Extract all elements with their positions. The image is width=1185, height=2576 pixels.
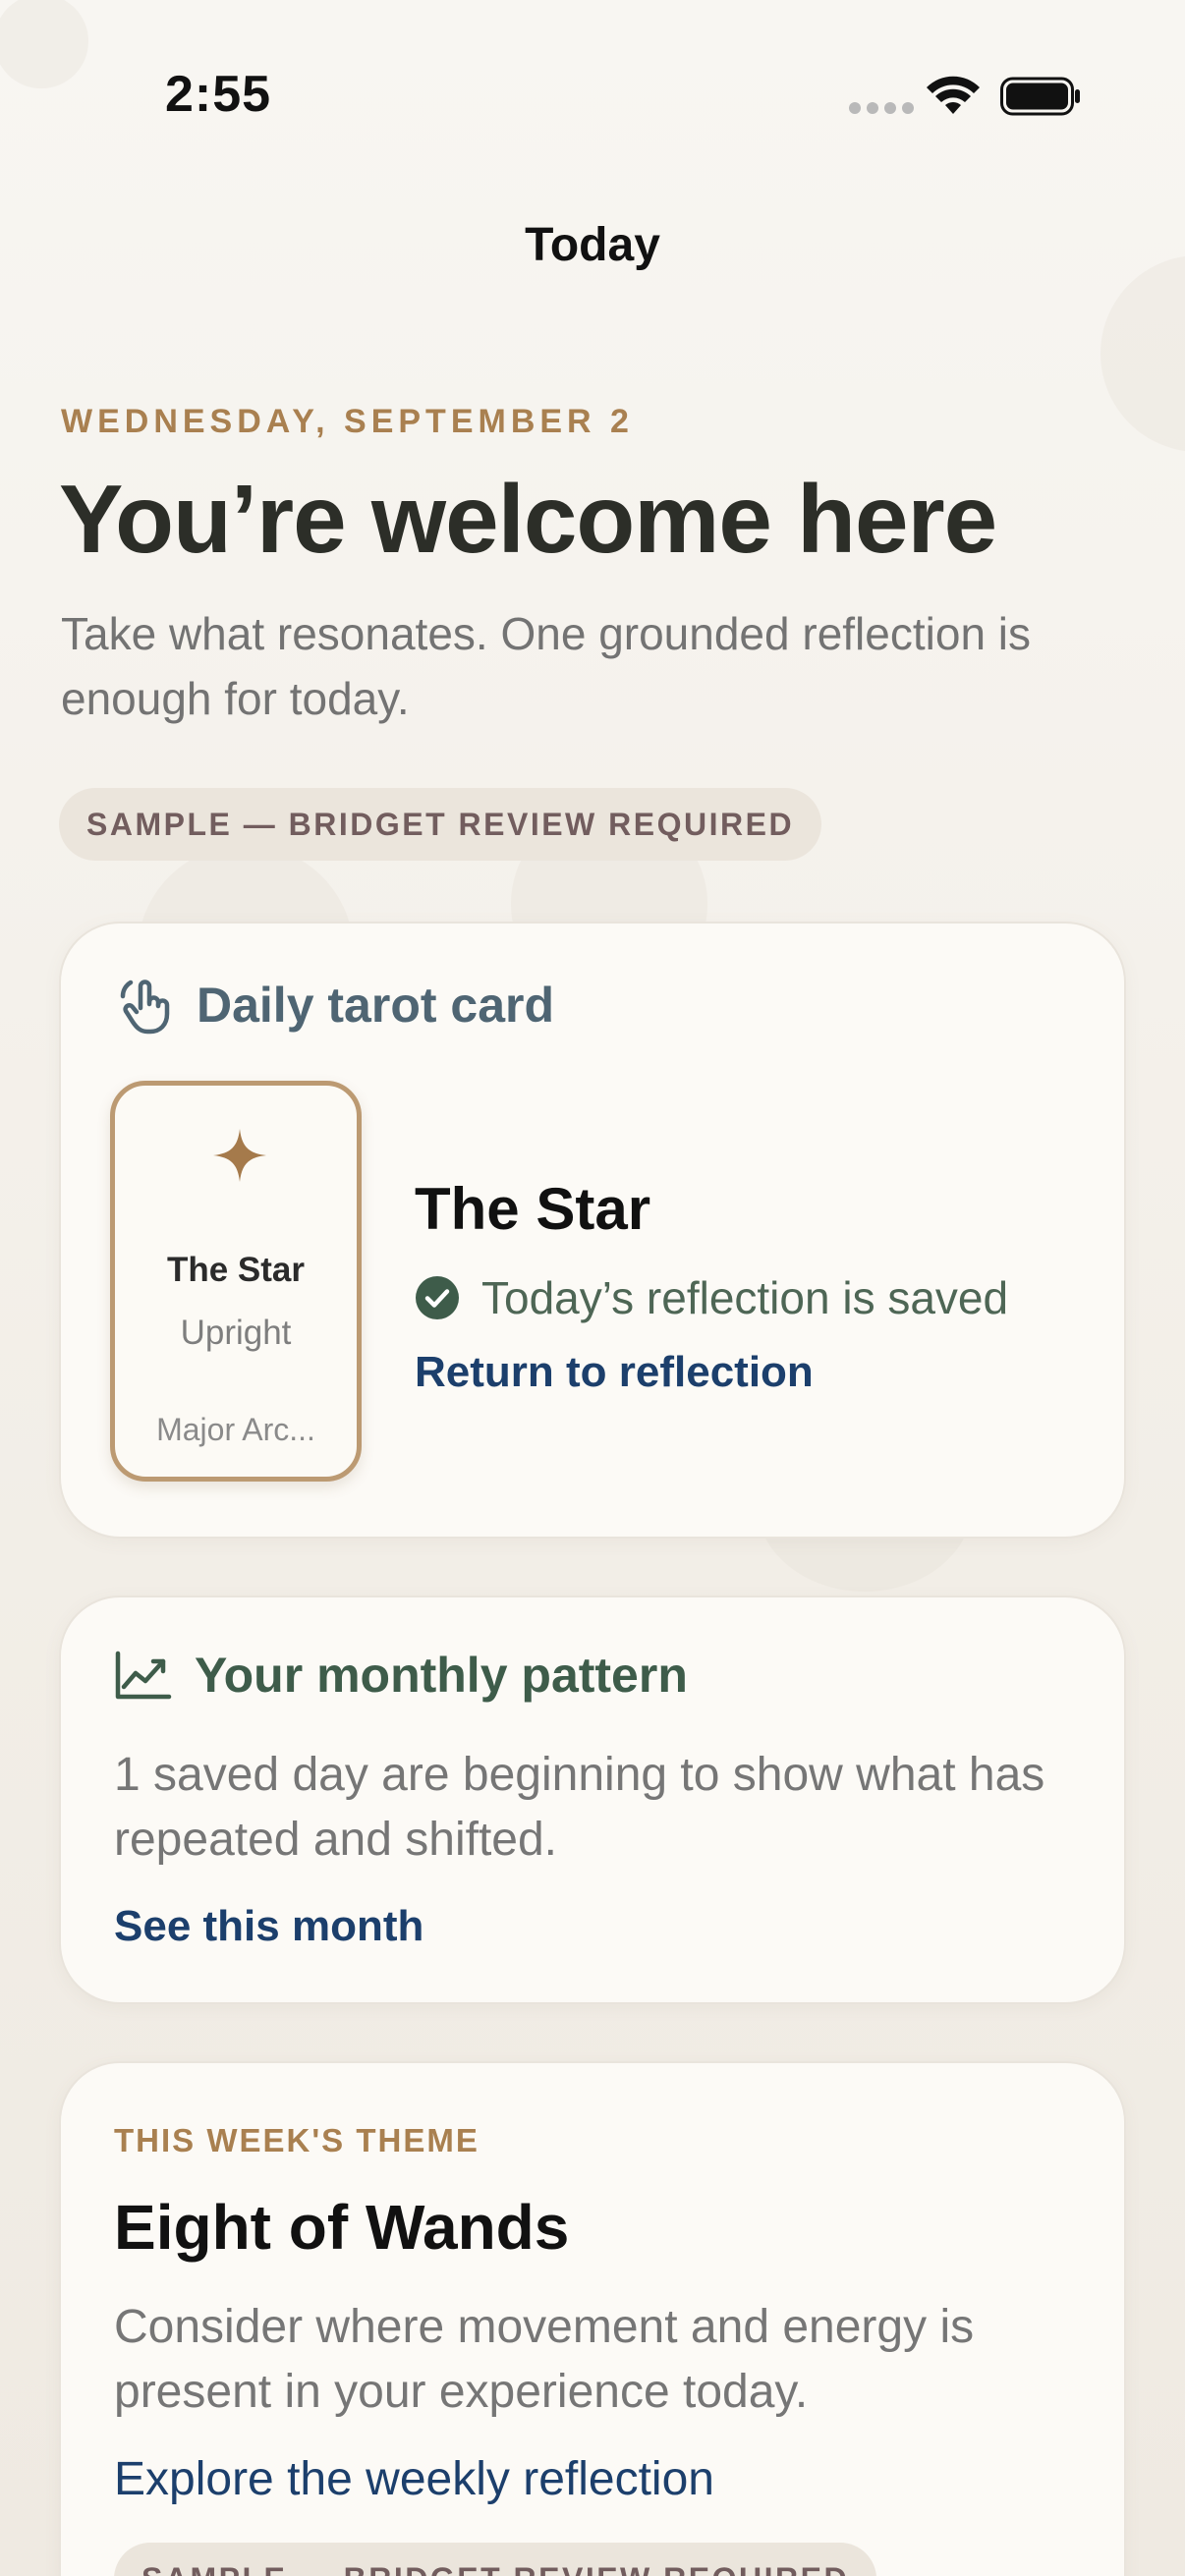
nav-title: Today [525,219,660,271]
monthly-pattern-body: 1 saved day are beginning to show what h… [114,1749,1045,1866]
monthly-pattern-header-label: Your monthly pattern [195,1648,688,1703]
weekly-theme-body: Consider where movement and energy is pr… [114,2301,975,2418]
see-this-month-link[interactable]: See this month [114,1902,423,1951]
status-bar: 2:55 [0,0,1185,196]
weekly-theme-card[interactable]: THIS WEEK'S THEME Eight of Wands Conside… [59,2061,1126,2576]
daily-tarot-card[interactable]: Daily tarot card The Star Upright Major … [59,922,1126,1539]
reflection-saved-status: Today’s reflection is saved [415,1271,1008,1324]
return-to-reflection-link[interactable]: Return to reflection [415,1348,814,1397]
page-subtitle: Take what resonates. One grounded reflec… [61,608,1032,724]
weekly-theme-label: THIS WEEK'S THEME [114,2122,480,2158]
daily-card-title: The Star [415,1176,651,1242]
sparkle-star-icon [213,1129,266,1182]
today-screen: 2:55 Today WEDNESDAY, SEPTEMBER 2 You’re… [0,0,1185,2576]
reflection-saved-label: Today’s reflection is saved [481,1272,1009,1323]
status-time: 2:55 [165,66,272,123]
monthly-pattern-header: Your monthly pattern [114,1647,688,1704]
tarot-card-name: The Star [166,1251,306,1289]
cellular-signal-icon [849,102,914,114]
battery-icon [1000,77,1080,116]
checkmark-circle-icon [416,1276,459,1319]
monthly-pattern-card[interactable]: Your monthly pattern 1 saved day are beg… [59,1596,1126,2004]
weekly-theme-title: Eight of Wands [114,2192,570,2263]
page-title: You’re welcome here [59,465,997,573]
daily-tarot-header: Daily tarot card [114,975,554,1036]
background-circle [1100,255,1185,452]
chart-line-icon [115,1651,172,1700]
tarot-card-thumbnail[interactable]: The Star Upright Major Arc... [110,1081,362,1482]
sample-review-badge: SAMPLE — BRIDGET REVIEW REQUIRED [59,788,822,861]
weekly-sample-review-badge: SAMPLE — BRIDGET REVIEW REQUIRED [114,2543,877,2576]
wifi-icon [927,76,980,114]
date-label: WEDNESDAY, SEPTEMBER 2 [61,403,634,440]
tarot-card-arcana: Major Arc... [156,1412,315,1447]
daily-tarot-header-label: Daily tarot card [197,978,555,1033]
hand-tap-icon [120,980,170,1035]
explore-weekly-reflection-link[interactable]: Explore the weekly reflection [114,2452,714,2506]
tarot-card-orientation: Upright [180,1314,292,1352]
